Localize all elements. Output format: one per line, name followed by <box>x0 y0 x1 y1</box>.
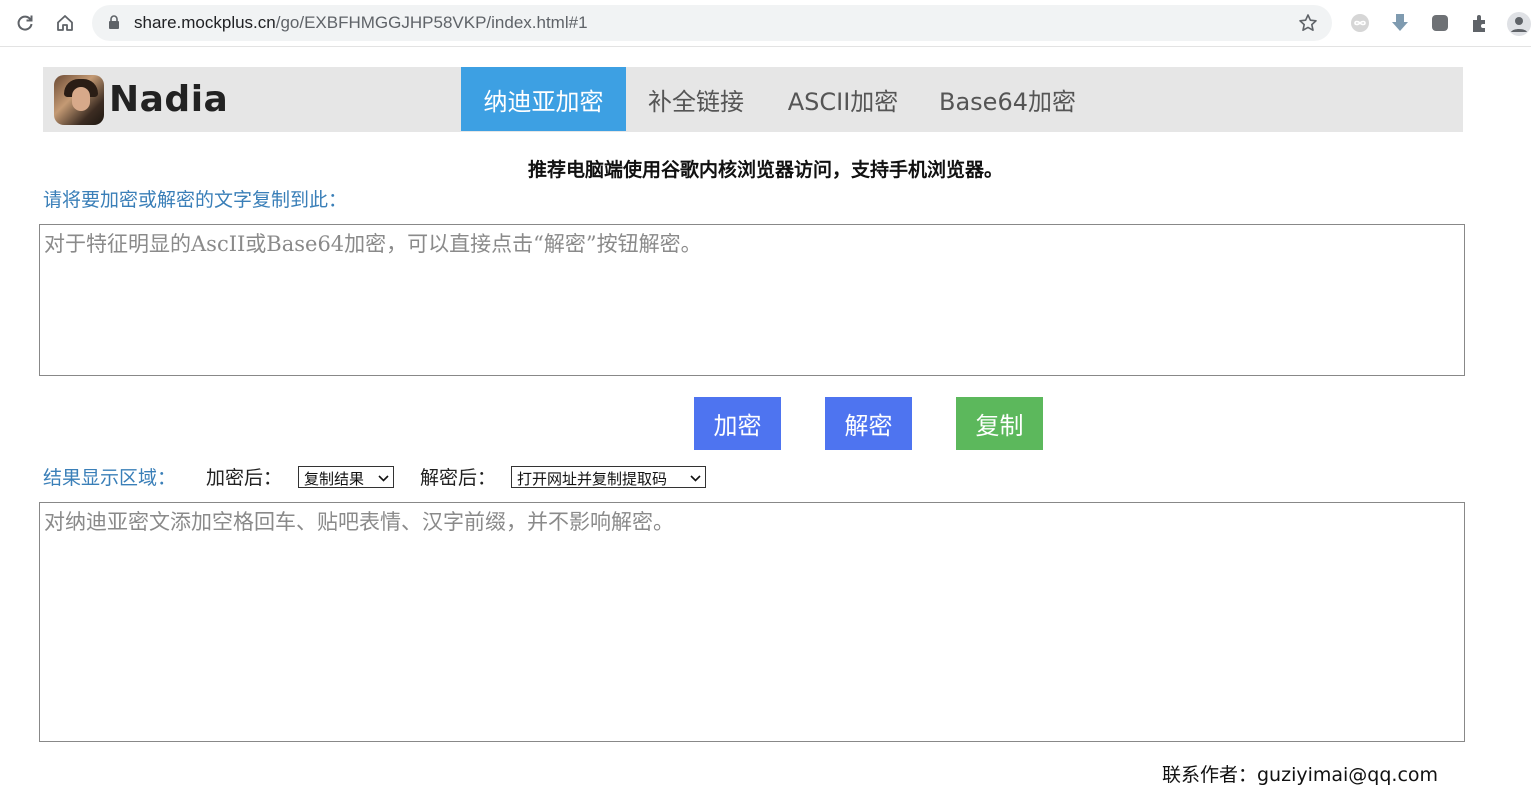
url-text: share.mockplus.cn/go/EXBFHMGGJHP58VKP/in… <box>134 13 588 33</box>
after-encrypt-select[interactable]: 复制结果 <box>298 466 394 488</box>
after-decrypt-select[interactable]: 打开网址并复制提取码 <box>511 466 706 488</box>
reload-icon[interactable] <box>12 10 38 36</box>
url-path: /go/EXBFHMGGJHP58VKP/index.html#1 <box>275 13 588 32</box>
after-decrypt-label: 解密后： <box>420 467 497 489</box>
after-encrypt-value: 复制结果 <box>304 470 365 488</box>
extension-infinity-icon[interactable] <box>1349 12 1371 34</box>
result-textarea[interactable]: 对纳迪亚密文添加空格回车、贴吧表情、汉字前缀，并不影响解密。 <box>39 502 1465 742</box>
tab-ascii-encrypt[interactable]: ASCII加密 <box>766 67 920 131</box>
tab-nadia-encrypt[interactable]: 纳迪亚加密 <box>461 67 626 131</box>
chevron-down-icon <box>690 470 701 488</box>
address-bar[interactable]: share.mockplus.cn/go/EXBFHMGGJHP58VKP/in… <box>92 5 1332 41</box>
browser-notice: 推荐电脑端使用谷歌内核浏览器访问，支持手机浏览器。 <box>527 159 1003 181</box>
chevron-down-icon <box>378 470 389 488</box>
input-label: 请将要加密或解密的文字复制到此： <box>43 189 348 211</box>
logo-avatar[interactable] <box>54 75 104 125</box>
lock-icon <box>108 15 120 34</box>
tab-complete-link[interactable]: 补全链接 <box>626 67 766 131</box>
result-options-row: 结果显示区域： 加密后： 复制结果 解密后： 打开网址并复制提取码 <box>43 463 843 491</box>
after-decrypt-value: 打开网址并复制提取码 <box>517 470 668 488</box>
decrypt-button[interactable]: 解密 <box>825 397 912 450</box>
home-icon[interactable] <box>52 10 78 36</box>
encrypt-button[interactable]: 加密 <box>694 397 781 450</box>
result-placeholder: 对纳迪亚密文添加空格回车、贴吧表情、汉字前缀，并不影响解密。 <box>44 510 674 534</box>
input-placeholder: 对于特征明显的AscII或Base64加密，可以直接点击“解密”按钮解密。 <box>44 232 702 256</box>
after-encrypt-label: 加密后： <box>206 467 283 489</box>
extensions-puzzle-icon[interactable] <box>1469 12 1491 34</box>
tab-base64-encrypt[interactable]: Base64加密 <box>920 67 1095 131</box>
bookmark-star-icon[interactable] <box>1298 13 1318 37</box>
extension-download-icon[interactable] <box>1389 12 1411 34</box>
url-host: share.mockplus.cn <box>134 13 276 32</box>
profile-avatar-icon[interactable] <box>1507 12 1531 36</box>
brand-name[interactable]: Nadia <box>109 79 228 120</box>
copy-button[interactable]: 复制 <box>956 397 1043 450</box>
contact-author[interactable]: 联系作者：guziyimai@qq.com <box>1162 760 1438 787</box>
browser-toolbar: share.mockplus.cn/go/EXBFHMGGJHP58VKP/in… <box>0 0 1531 47</box>
input-textarea[interactable]: 对于特征明显的AscII或Base64加密，可以直接点击“解密”按钮解密。 <box>39 224 1465 376</box>
site-header: Nadia 纳迪亚加密 补全链接 ASCII加密 Base64加密 <box>43 67 1463 132</box>
extension-square-icon[interactable] <box>1429 12 1451 34</box>
result-label: 结果显示区域： <box>43 467 177 489</box>
